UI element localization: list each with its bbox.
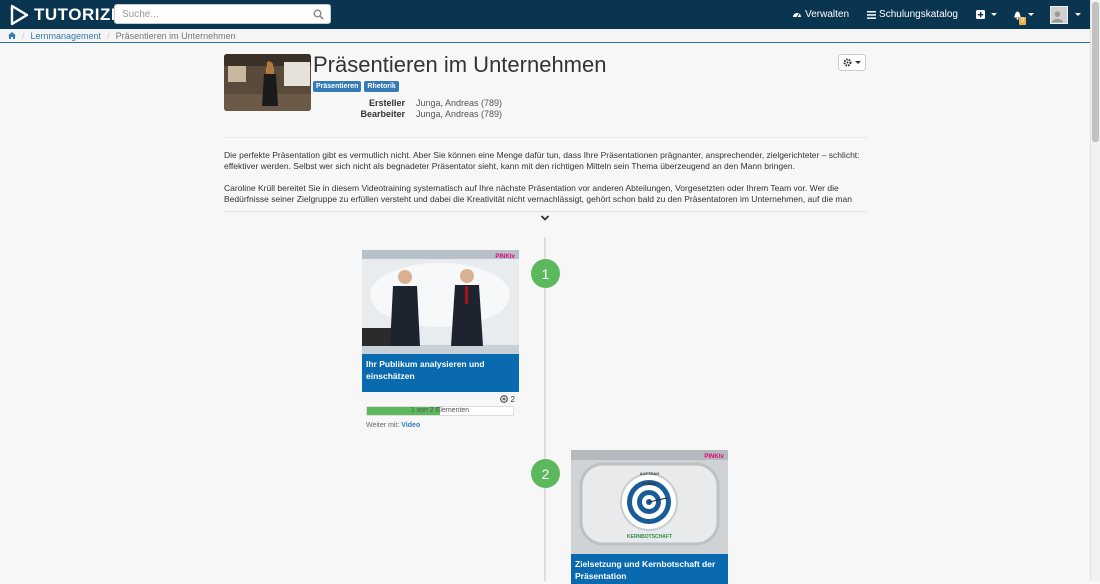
manage-label: Verwalten bbox=[805, 9, 850, 20]
tag-list: Präsentieren Rhetorik bbox=[313, 81, 402, 92]
progress-bar: 1 von 2 Elementen bbox=[366, 406, 514, 416]
page-scrollbar[interactable] bbox=[1090, 0, 1100, 581]
creator-label: Ersteller bbox=[368, 97, 405, 108]
search-input[interactable] bbox=[115, 8, 305, 20]
user-icon bbox=[1051, 10, 1064, 22]
chevron-down-icon bbox=[1028, 13, 1034, 16]
dashboard-icon bbox=[793, 13, 802, 18]
brand-pink-text: PINK bbox=[495, 254, 510, 260]
tag-badge[interactable]: Präsentieren bbox=[313, 81, 362, 92]
home-icon[interactable] bbox=[8, 32, 16, 39]
timeline-line bbox=[544, 237, 546, 581]
description-paragraph: Die perfekte Präsentation gibt es vermut… bbox=[224, 150, 860, 171]
divider bbox=[224, 137, 867, 138]
target-label-top: AUFTRAG bbox=[639, 471, 660, 476]
chevron-down-icon[interactable] bbox=[540, 214, 550, 222]
continue-hint: Weiter mit: Video bbox=[366, 422, 519, 429]
module-card[interactable]: PINKtv AUFTRAG THEMA KERNBOTSCHAFT Ziels… bbox=[571, 450, 728, 584]
module-thumbnail[interactable]: PINKtv bbox=[362, 250, 519, 354]
continue-link[interactable]: Video bbox=[401, 422, 420, 429]
search-box bbox=[114, 4, 331, 24]
editor-label: Bearbeiter bbox=[360, 108, 405, 119]
brand-pink-text: PINK bbox=[704, 454, 719, 460]
list-icon bbox=[867, 10, 877, 19]
circle-plus-icon bbox=[500, 395, 509, 403]
continue-label: Weiter mit: bbox=[366, 422, 400, 429]
breadcrumb: / Lernmanagement / Präsentieren im Unter… bbox=[0, 29, 1090, 43]
brand-watermark: PINKtv bbox=[704, 454, 724, 460]
element-count-value: 2 bbox=[510, 395, 515, 404]
brand-watermark: PINKtv bbox=[495, 254, 515, 260]
manage-link[interactable]: Verwalten bbox=[792, 9, 849, 20]
play-logo-icon bbox=[10, 4, 29, 25]
page-title: Präsentieren im Unternehmen bbox=[313, 52, 607, 77]
chevron-down-icon bbox=[991, 13, 997, 16]
description-paragraph: Caroline Krüll bereitet Sie in diesem Vi… bbox=[224, 183, 852, 204]
element-count: 2 bbox=[362, 393, 519, 406]
target-label-mid: THEMA bbox=[642, 481, 657, 486]
course-description: Die perfekte Präsentation gibt es vermut… bbox=[224, 150, 867, 216]
catalog-link[interactable]: Schulungskatalog bbox=[867, 9, 958, 20]
step-node: 2 bbox=[531, 459, 560, 488]
creator-value: Junga, Andreas (789) bbox=[416, 97, 503, 108]
module-title[interactable]: Ihr Publikum analysieren und einschätzen bbox=[362, 354, 519, 392]
module-title[interactable]: Zielsetzung und Kernbotschaft der Präsen… bbox=[571, 554, 728, 584]
brand-suffix-text: tv bbox=[718, 454, 724, 460]
user-menu[interactable] bbox=[1050, 5, 1081, 24]
tag-badge[interactable]: Rhetorik bbox=[364, 81, 399, 92]
progress-text: 1 von 2 Elementen bbox=[410, 407, 470, 414]
brand-name: TUTORIZE bbox=[34, 4, 123, 24]
module-footer: 2 1 von 2 Elementen Weiter mit: Video bbox=[362, 393, 519, 429]
avatar bbox=[1050, 5, 1068, 24]
course-meta: Ersteller Junga, Andreas (789) Bearbeite… bbox=[280, 97, 502, 119]
breadcrumb-link-lernmanagement[interactable]: Lernmanagement bbox=[31, 31, 102, 41]
notification-badge: 3 bbox=[1019, 17, 1026, 25]
catalog-label: Schulungskatalog bbox=[879, 9, 958, 20]
chevron-down-icon bbox=[855, 61, 861, 64]
divider bbox=[224, 211, 867, 212]
brand-suffix-text: tv bbox=[509, 254, 515, 260]
brand-logo[interactable]: TUTORIZE bbox=[8, 4, 123, 26]
editor-value: Junga, Andreas (789) bbox=[416, 108, 503, 119]
step-node: 1 bbox=[531, 259, 560, 288]
module-card[interactable]: PINKtv Ihr Publikum analysieren und eins… bbox=[362, 250, 519, 392]
gear-icon bbox=[843, 58, 852, 67]
chevron-down-icon bbox=[1075, 13, 1081, 16]
scrollbar-thumb[interactable] bbox=[1092, 2, 1099, 142]
breadcrumb-current: Präsentieren im Unternehmen bbox=[115, 30, 236, 41]
plus-square-icon bbox=[976, 10, 985, 19]
breadcrumb-separator: / bbox=[22, 30, 25, 41]
breadcrumb-separator: / bbox=[107, 30, 110, 41]
settings-dropdown-button[interactable] bbox=[838, 54, 866, 71]
search-icon[interactable] bbox=[313, 9, 324, 20]
top-navbar: TUTORIZE Verwalten Schulungskatalog bbox=[0, 0, 1090, 29]
module-thumbnail[interactable]: PINKtv AUFTRAG THEMA KERNBOTSCHAFT bbox=[571, 450, 728, 554]
target-label-bottom: KERNBOTSCHAFT bbox=[627, 534, 672, 540]
add-menu[interactable] bbox=[976, 10, 997, 19]
